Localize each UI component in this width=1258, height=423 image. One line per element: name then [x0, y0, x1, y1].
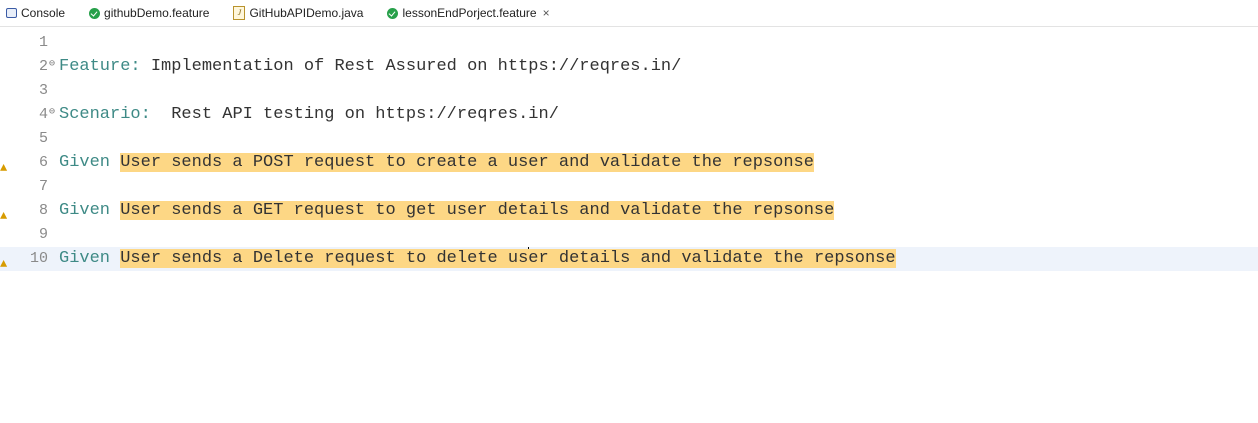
gherkin-keyword: Scenario:: [59, 105, 151, 124]
line-number: 6: [38, 154, 48, 171]
code-text: Rest API testing on https://reqres.in/: [150, 105, 559, 124]
line-number: 1: [38, 34, 48, 51]
code-line: 2 ⊖ Feature: Implementation of Rest Assu…: [0, 55, 1258, 79]
java-file-icon: J: [233, 6, 246, 20]
tab-console[interactable]: Console: [0, 0, 73, 26]
code-line: 4 ⊖ Scenario: Rest API testing on https:…: [0, 103, 1258, 127]
console-icon: [6, 8, 17, 18]
code-line: 3: [0, 79, 1258, 103]
line-number: 3: [38, 82, 48, 99]
tab-lessonendporject-feature[interactable]: lessonEndPorject.feature ×: [381, 0, 558, 26]
feature-file-icon: [89, 7, 101, 19]
code-line: 1: [0, 31, 1258, 55]
line-number: 5: [38, 130, 48, 147]
editor-tab-bar: Console githubDemo.feature J GitHubAPIDe…: [0, 0, 1258, 27]
gherkin-keyword: Feature:: [59, 57, 141, 76]
code-line: 5: [0, 127, 1258, 151]
tab-label: Console: [21, 6, 66, 20]
current-code-line: ▲ 10 Given User sends a Delete request t…: [0, 247, 1258, 271]
line-number: 2: [38, 58, 48, 75]
code-line: 9: [0, 223, 1258, 247]
fold-icon[interactable]: ⊖: [49, 53, 55, 77]
code-line: ▲ 6 Given User sends a POST request to c…: [0, 151, 1258, 175]
line-number: 4: [38, 106, 48, 123]
gherkin-keyword: Given: [59, 153, 111, 172]
close-icon[interactable]: ×: [543, 6, 550, 20]
tab-githubapidemo-java[interactable]: J GitHubAPIDemo.java: [227, 0, 371, 26]
warning-icon[interactable]: ▲: [0, 252, 7, 276]
feature-file-icon: [387, 7, 399, 19]
code-text: Implementation of Rest Assured on https:…: [140, 57, 682, 76]
tab-label: lessonEndPorject.feature: [402, 6, 537, 20]
undefined-step-highlight: er details and validate the repsonse: [528, 249, 896, 268]
fold-icon[interactable]: ⊖: [49, 101, 55, 125]
undefined-step-highlight: User sends a GET request to get user det…: [120, 201, 835, 220]
tab-label: githubDemo.feature: [104, 6, 210, 20]
tab-label: GitHubAPIDemo.java: [249, 6, 364, 20]
tab-githubdemo-feature[interactable]: githubDemo.feature: [83, 0, 217, 26]
gherkin-keyword: Given: [59, 201, 111, 220]
line-number: 10: [29, 250, 48, 267]
undefined-step-highlight: User sends a POST request to create a us…: [120, 153, 814, 172]
line-number: 9: [38, 226, 48, 243]
undefined-step-highlight: User sends a Delete request to delete us: [120, 249, 529, 268]
code-line: ▲ 8 Given User sends a GET request to ge…: [0, 199, 1258, 223]
line-number: 7: [38, 178, 48, 195]
gherkin-keyword: Given: [59, 249, 111, 268]
line-number: 8: [38, 202, 48, 219]
code-editor[interactable]: 1 2 ⊖ Feature: Implementation of Rest As…: [0, 27, 1258, 423]
code-line: 7: [0, 175, 1258, 199]
